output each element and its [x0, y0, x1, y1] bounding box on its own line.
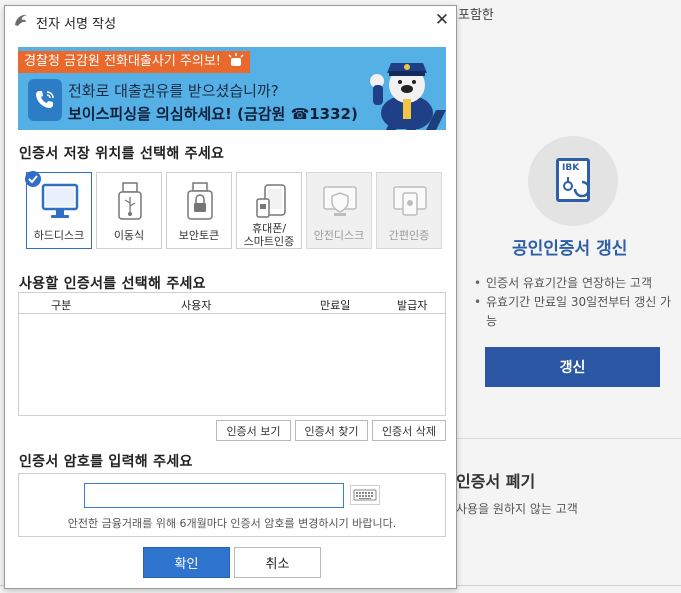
police-mascot-icon — [370, 63, 433, 129]
simple-auth-icon — [393, 186, 427, 216]
revoke-title: 인증서 폐기 — [456, 472, 536, 491]
renew-bullet: 유효기간 만료일 30일전부터 갱신 가능 — [474, 293, 674, 331]
safe-disk-icon — [323, 186, 357, 216]
storage-security-token[interactable]: 보안토큰 — [166, 172, 232, 249]
password-input[interactable] — [84, 483, 344, 508]
storage-simple-auth: 간편인증 — [376, 172, 442, 249]
password-box: 안전한 금융거래를 위해 6개월마다 인증서 암호를 변경하시기 바랍니다. — [18, 473, 446, 537]
storage-label: 안전디스크 — [313, 229, 365, 242]
column-header-expiry[interactable]: 만료일 — [320, 297, 350, 313]
voice-phishing-banner[interactable]: 경찰청 금감원 전화대출사기 주의보! 전화로 대출권유를 받으셨습니까? 보이… — [18, 47, 446, 130]
column-header-issuer[interactable]: 발급자 — [397, 297, 427, 313]
digital-signature-dialog: 전자 서명 작성 ✕ 경찰청 금감원 전화대출사기 주의보! 전화로 대출권유를… — [4, 5, 457, 589]
storage-removable[interactable]: 이동식 — [96, 172, 162, 249]
table-header: 구분 사용자 만료일 발급자 — [19, 293, 445, 314]
storage-label: 이동식 — [113, 229, 145, 242]
storage-label: 간편인증 — [388, 229, 430, 242]
revoke-description: 사용을 원하지 않는 고객 — [456, 502, 578, 516]
security-token-icon — [187, 182, 213, 220]
dialog-title: 전자 서명 작성 — [36, 17, 117, 32]
find-certificate-button[interactable]: 인증서 찾기 — [295, 420, 368, 441]
storage-label: 휴대폰/ — [251, 222, 287, 235]
column-header-user[interactable]: 사용자 — [181, 297, 211, 313]
app-logo-icon — [15, 14, 27, 26]
storage-safe-disk: 안전디스크 — [306, 172, 372, 249]
banner-tag: 경찰청 금감원 전화대출사기 주의보! — [18, 51, 251, 73]
monitor-icon — [41, 183, 79, 218]
siren-icon — [228, 53, 244, 66]
storage-label: 보안토큰 — [178, 229, 220, 242]
password-section-title: 인증서 암호를 입력해 주세요 — [19, 454, 193, 470]
dialog-titlebar: 전자 서명 작성 ✕ — [5, 6, 456, 36]
certificate-table[interactable]: 구분 사용자 만료일 발급자 — [18, 292, 446, 416]
usb-icon — [118, 182, 142, 220]
delete-certificate-button[interactable]: 인증서 삭제 — [372, 420, 446, 441]
password-note: 안전한 금융거래를 위해 6개월마다 인증서 암호를 변경하시기 바랍니다. — [67, 517, 397, 530]
renew-bullet: 인증서 유효기간을 연장하는 고객 — [474, 274, 674, 293]
confirm-button[interactable]: 확인 — [143, 547, 230, 578]
storage-label: 스마트인증 — [243, 235, 295, 248]
renew-bullets: 인증서 유효기간을 연장하는 고객 유효기간 만료일 30일전부터 갱신 가능 — [474, 274, 674, 331]
divider — [456, 438, 681, 439]
keyboard-icon[interactable] — [350, 485, 380, 505]
certificate-section-title: 사용할 인증서를 선택해 주세요 — [19, 276, 206, 292]
background-top-text: 포함한 — [458, 8, 494, 23]
phone-call-icon — [28, 79, 62, 121]
view-certificate-button[interactable]: 인증서 보기 — [216, 420, 291, 441]
banner-line-2: 보이스피싱을 의심하세요! (금감원 ☎1332) — [68, 105, 358, 123]
phone-icon — [256, 184, 286, 218]
banner-line-1: 전화로 대출권유를 받으셨습니까? — [68, 82, 279, 100]
storage-label: 하드디스크 — [33, 229, 85, 242]
check-icon — [25, 171, 41, 187]
storage-phone-smart[interactable]: 휴대폰/ 스마트인증 — [236, 172, 302, 249]
column-header-type[interactable]: 구분 — [51, 297, 71, 313]
cancel-button[interactable]: 취소 — [234, 547, 321, 578]
renew-button[interactable]: 갱신 — [485, 347, 660, 387]
storage-section-title: 인증서 저장 위치를 선택해 주세요 — [19, 146, 225, 162]
close-icon[interactable]: ✕ — [433, 11, 451, 29]
renew-title: 공인인증서 갱신 — [512, 239, 628, 259]
certificate-renew-icon: IBK — [528, 136, 618, 226]
storage-harddisk[interactable]: 하드디스크 — [25, 171, 92, 249]
